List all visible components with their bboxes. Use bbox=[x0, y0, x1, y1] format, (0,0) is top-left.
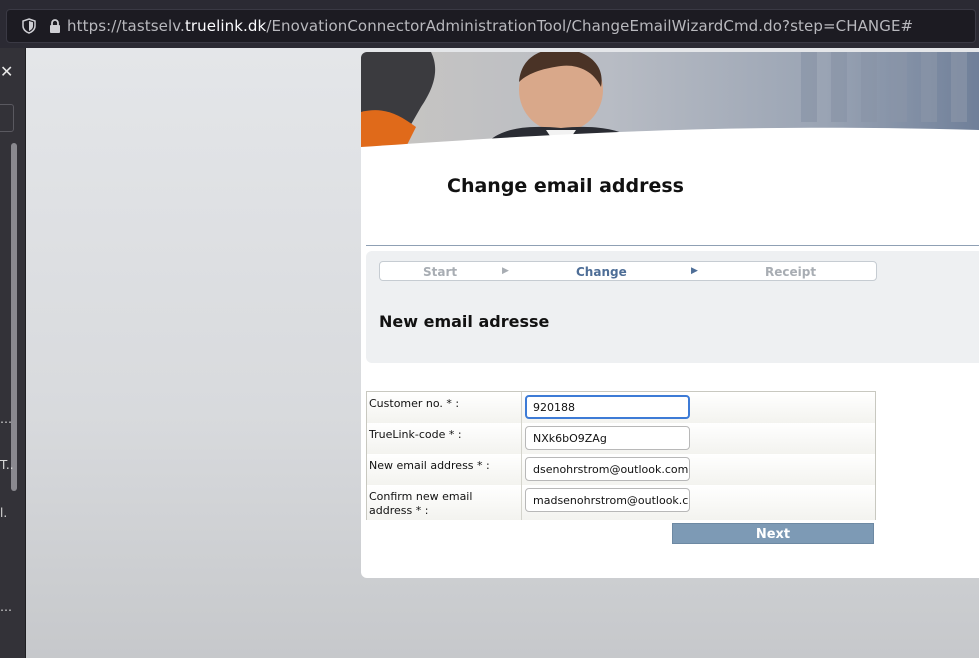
next-button[interactable]: Next bbox=[672, 523, 874, 544]
form-row-confirm-email: Confirm new email address * : madsenohrs… bbox=[367, 485, 875, 520]
url-host: truelink.dk bbox=[184, 17, 267, 35]
section-title: New email adresse bbox=[379, 312, 550, 331]
browser-toolbar: https://tastselv.truelink.dk/EnovationCo… bbox=[0, 0, 979, 48]
step-change: Change bbox=[576, 265, 627, 279]
sidebar-item-truncated[interactable]: T.. bbox=[0, 458, 14, 472]
sidebar-item-truncated[interactable]: … bbox=[0, 600, 12, 614]
sidebar-search-box[interactable] bbox=[0, 104, 14, 132]
side-panel: ✕ … T.. l. … bbox=[0, 48, 26, 658]
email-change-form: Customer no. * : 920188 TrueLink-code * … bbox=[366, 391, 876, 520]
wizard-steps: Start ▶ Change ▶ Receipt bbox=[379, 261, 877, 281]
truelink-code-label: TrueLink-code * : bbox=[369, 428, 462, 441]
url-text[interactable]: https://tastselv.truelink.dk/EnovationCo… bbox=[67, 17, 913, 35]
sidebar-scrollbar[interactable] bbox=[11, 143, 17, 491]
confirm-email-input[interactable]: madsenohrstrom@outlook.com bbox=[525, 488, 690, 512]
confirm-email-label: Confirm new email address * : bbox=[369, 490, 473, 517]
form-row-truelink-code: TrueLink-code * : NXk6bO9ZAg bbox=[367, 423, 875, 455]
form-row-customer-no: Customer no. * : 920188 bbox=[367, 392, 875, 424]
truelink-code-input[interactable]: NXk6bO9ZAg bbox=[525, 426, 690, 450]
page-title: Change email address bbox=[447, 175, 684, 197]
customer-no-input[interactable]: 920188 bbox=[525, 395, 690, 419]
sidebar-item-truncated[interactable]: l. bbox=[0, 506, 7, 520]
divider bbox=[366, 245, 979, 246]
lock-icon[interactable] bbox=[47, 18, 63, 34]
url-prefix: https://tastselv. bbox=[67, 17, 185, 35]
sidebar-item-truncated[interactable]: … bbox=[0, 412, 12, 426]
new-email-label: New email address * : bbox=[369, 459, 490, 472]
new-email-input[interactable]: dsenohrstrom@outlook.com bbox=[525, 457, 690, 481]
form-row-new-email: New email address * : dsenohrstrom@outlo… bbox=[367, 454, 875, 486]
customer-no-label: Customer no. * : bbox=[369, 397, 460, 410]
tracking-shield-icon[interactable] bbox=[21, 18, 37, 34]
url-path: /EnovationConnectorAdministrationTool/Ch… bbox=[266, 17, 914, 35]
wizard-header: Start ▶ Change ▶ Receipt New email adres… bbox=[366, 251, 979, 363]
address-bar[interactable]: https://tastselv.truelink.dk/EnovationCo… bbox=[6, 9, 976, 43]
step-receipt: Receipt bbox=[765, 265, 817, 279]
wizard-panel: Change email address Start ▶ Change ▶ Re… bbox=[361, 52, 979, 578]
header-banner-image bbox=[361, 52, 979, 152]
close-icon[interactable]: ✕ bbox=[0, 62, 13, 81]
step-arrow-icon: ▶ bbox=[691, 266, 698, 276]
step-arrow-icon: ▶ bbox=[502, 266, 509, 276]
step-start: Start bbox=[423, 265, 458, 279]
